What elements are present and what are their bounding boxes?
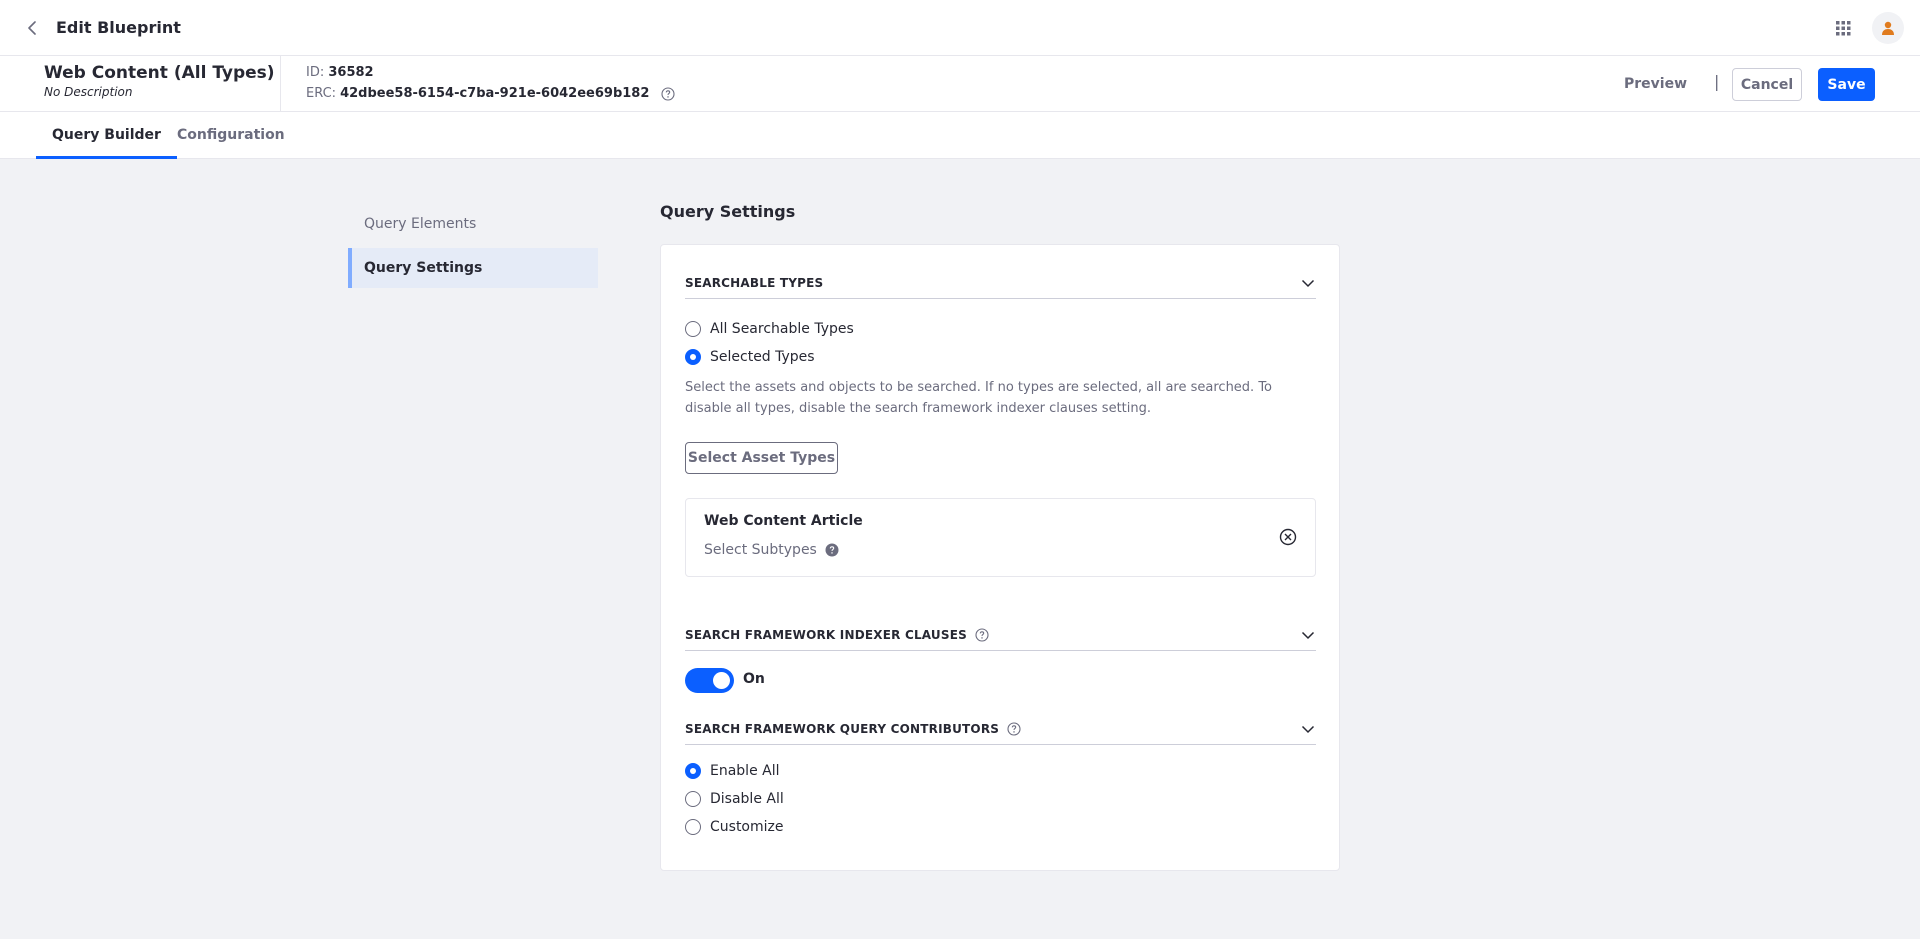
apps-grid-icon	[1836, 21, 1851, 36]
blueprint-erc: ERC: 42dbee58-6154-c7ba-921e-6042ee69b18…	[306, 86, 675, 101]
query-contributors-header[interactable]: SEARCH FRAMEWORK QUERY CONTRIBUTORS	[685, 713, 1316, 745]
radio-label: Enable All	[710, 763, 780, 779]
radio-label: Disable All	[710, 791, 784, 807]
radio-button[interactable]	[685, 763, 701, 779]
indexer-clauses-label: SEARCH FRAMEWORK INDEXER CLAUSES	[685, 627, 967, 642]
searchable-types-header[interactable]: SEARCHABLE TYPES	[685, 267, 1316, 299]
radio-button[interactable]	[685, 349, 701, 365]
radio-label: Selected Types	[710, 349, 815, 365]
tab-configuration[interactable]: Configuration	[161, 112, 301, 159]
id-value: 36582	[328, 65, 374, 80]
help-icon[interactable]	[1007, 721, 1021, 736]
user-icon	[1882, 21, 1894, 35]
action-separator: |	[1714, 72, 1720, 91]
info-divider	[280, 56, 281, 112]
radio-label: Customize	[710, 819, 784, 835]
radio-label: All Searchable Types	[710, 321, 854, 337]
user-avatar-button[interactable]	[1872, 12, 1904, 44]
searchable-types-title: SEARCHABLE TYPES	[685, 275, 824, 290]
erc-label: ERC:	[306, 86, 337, 101]
help-icon[interactable]	[825, 543, 839, 557]
select-subtypes-label: Select Subtypes	[704, 542, 817, 558]
radio-customize[interactable]: Customize	[685, 819, 784, 835]
query-contributors-title: SEARCH FRAMEWORK QUERY CONTRIBUTORS	[685, 722, 1021, 736]
query-contributors-label: SEARCH FRAMEWORK QUERY CONTRIBUTORS	[685, 721, 1000, 736]
radio-enable-all[interactable]: Enable All	[685, 763, 780, 779]
select-asset-types-button[interactable]: Select Asset Types	[685, 442, 838, 474]
page-title: Edit Blueprint	[56, 18, 181, 37]
preview-button[interactable]: Preview	[1616, 70, 1695, 98]
indexer-clauses-toggle-label: On	[743, 671, 765, 687]
searchable-types-help: Select the assets and objects to be sear…	[685, 380, 1273, 416]
blueprint-name[interactable]: Web Content (All Types)	[44, 63, 275, 83]
erc-help-icon[interactable]	[661, 86, 675, 101]
remove-type-button[interactable]	[1279, 528, 1297, 546]
query-side-nav: Query Elements Query Settings	[348, 204, 598, 292]
side-nav-query-settings[interactable]: Query Settings	[348, 248, 598, 288]
indexer-clauses-header[interactable]: SEARCH FRAMEWORK INDEXER CLAUSES	[685, 619, 1316, 651]
apps-menu-button[interactable]	[1832, 17, 1854, 39]
top-navigation-bar: Edit Blueprint	[0, 0, 1920, 56]
selected-type-name: Web Content Article	[704, 513, 863, 529]
tab-bar: Query Builder Configuration	[0, 112, 1920, 159]
chevron-down-icon	[1301, 725, 1315, 733]
help-icon[interactable]	[975, 627, 989, 642]
radio-selected-types[interactable]: Selected Types	[685, 349, 815, 365]
back-arrow-icon	[28, 21, 36, 35]
times-circle-icon	[1279, 528, 1297, 546]
radio-disable-all[interactable]: Disable All	[685, 791, 784, 807]
indexer-clauses-toggle[interactable]	[685, 668, 734, 693]
selected-type-card: Web Content Article Select Subtypes	[685, 498, 1316, 577]
back-button[interactable]	[22, 17, 44, 39]
tab-query-builder[interactable]: Query Builder	[36, 112, 177, 159]
chevron-down-icon	[1301, 631, 1315, 639]
blueprint-id: ID: 36582	[306, 65, 374, 80]
radio-button[interactable]	[685, 791, 701, 807]
radio-button[interactable]	[685, 321, 701, 337]
cancel-button[interactable]: Cancel	[1732, 68, 1802, 101]
blueprint-description[interactable]: No Description	[44, 85, 132, 99]
radio-button[interactable]	[685, 819, 701, 835]
section-title: Query Settings	[660, 202, 796, 221]
select-subtypes-link[interactable]: Select Subtypes	[704, 542, 839, 558]
side-nav-query-elements[interactable]: Query Elements	[348, 204, 598, 244]
radio-all-searchable-types[interactable]: All Searchable Types	[685, 321, 854, 337]
save-button[interactable]: Save	[1818, 68, 1875, 101]
chevron-down-icon	[1301, 279, 1315, 287]
indexer-clauses-title: SEARCH FRAMEWORK INDEXER CLAUSES	[685, 628, 989, 642]
id-label: ID:	[306, 65, 325, 80]
erc-value: 42dbee58-6154-c7ba-921e-6042ee69b182	[340, 86, 650, 101]
query-settings-card: SEARCHABLE TYPES All Searchable Types Se…	[660, 244, 1340, 871]
blueprint-info-bar: Web Content (All Types) No Description I…	[0, 56, 1920, 112]
